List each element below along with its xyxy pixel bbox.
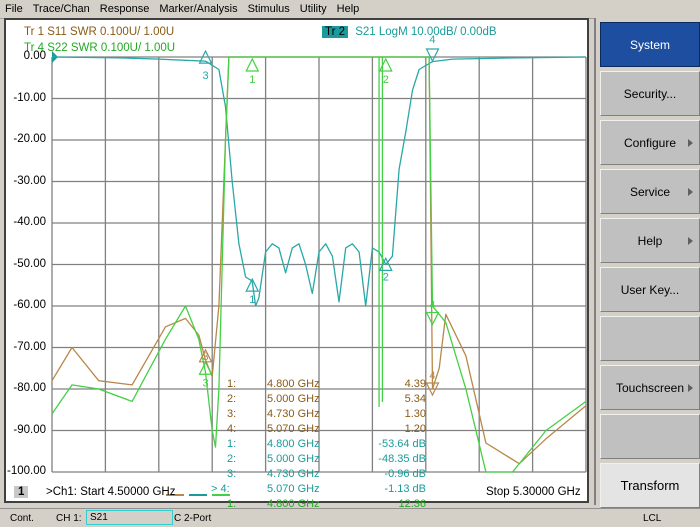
menu-help[interactable]: Help <box>332 3 365 15</box>
marker-label: 1 <box>249 294 255 306</box>
y-tick-label: -90.00 <box>13 423 46 436</box>
marker-s21-value: -0.96 dB <box>384 468 426 480</box>
y-tick-label: -20.00 <box>13 133 46 145</box>
menu-bar: File Trace/Chan Response Marker/Analysis Sti… <box>0 0 700 19</box>
softkey-panel: System Security... Configure Service Help Use… <box>594 18 700 508</box>
trace-legend-swatch <box>212 494 230 496</box>
trace-4-label[interactable]: Tr 4 S22 SWR 0.100U/ 1.00U <box>24 42 175 54</box>
marker-4-icon[interactable] <box>425 48 440 63</box>
marker-s11-number: 1: <box>227 378 237 390</box>
menu-trace-chan[interactable]: Trace/Chan <box>28 3 95 15</box>
y-tick-label: -80.00 <box>13 382 46 394</box>
stop-frequency[interactable]: Stop 5.30000 GHz <box>486 486 581 498</box>
submenu-arrow-icon <box>688 236 693 245</box>
softkey-label: Help <box>637 233 663 248</box>
softkey-label: Configure <box>623 135 677 150</box>
softkey-label: Touchscreen <box>615 380 685 395</box>
y-tick-label: -50.00 <box>13 257 46 270</box>
marker-s11-number: 3: <box>227 408 237 420</box>
softkey-touchscreen[interactable]: Touchscreen <box>600 365 700 410</box>
marker-s21-number: 3: <box>227 468 237 480</box>
softkey-label: Transform <box>620 478 680 493</box>
softkey-label: System <box>629 37 670 52</box>
marker-label: 4 <box>429 370 435 382</box>
softkey-user-key[interactable]: User Key... <box>600 267 700 312</box>
marker-label: 3 <box>202 70 208 82</box>
calibration-status: C 2-Port <box>174 512 212 524</box>
y-tick-label: -10.00 <box>13 91 46 104</box>
y-tick-label: 0.00 <box>23 50 46 62</box>
marker-label: 2 <box>383 271 389 283</box>
marker-s21-value: -48.35 dB <box>378 453 426 465</box>
sweep-mode[interactable]: Cont. <box>10 513 34 524</box>
y-tick-label: -30.00 <box>13 174 46 187</box>
softkey-configure[interactable]: Configure <box>600 120 700 165</box>
marker-s21-frequency: 4.800 GHz <box>267 438 320 450</box>
softkey-help[interactable]: Help <box>600 218 700 263</box>
trace-2-label[interactable]: Tr 2 S21 LogM 10.00dB/ 0.00dB <box>322 26 497 38</box>
y-tick-label: -40.00 <box>13 216 46 228</box>
reference-status: LCL <box>643 512 662 524</box>
marker-2-icon[interactable] <box>378 57 393 72</box>
submenu-arrow-icon <box>688 187 693 196</box>
marker-4-icon[interactable] <box>425 311 440 326</box>
marker-s21-frequency: 5.000 GHz <box>267 453 320 465</box>
channel-indicator: CH 1: <box>56 512 82 524</box>
softkey-label: Security... <box>623 86 677 101</box>
menu-response[interactable]: Response <box>95 3 155 15</box>
softkey-transform[interactable]: Transform <box>600 463 700 508</box>
marker-s21-frequency: 5.070 GHz <box>267 483 320 495</box>
marker-label: 4 <box>429 299 435 311</box>
status-bar: Cont. CH 1: S21 C 2-Port LCL <box>0 508 700 527</box>
plot-window: 3124124334 Tr 1 S11 SWR 0.100U/ 1.00U Tr… <box>4 18 589 510</box>
marker-s11-value: 4.39 <box>404 378 426 390</box>
softkey-security[interactable]: Security... <box>600 71 700 116</box>
menu-stimulus[interactable]: Stimulus <box>243 3 295 15</box>
marker-s11-value: 1.20 <box>404 423 426 435</box>
softkey-label: User Key... <box>620 282 680 297</box>
marker-s21-value: -1.13 dB <box>384 483 426 495</box>
submenu-arrow-icon <box>688 383 693 392</box>
marker-s11-number: 2: <box>227 393 237 405</box>
trace-2-badge: Tr 2 <box>322 26 349 38</box>
softkey-system[interactable]: System <box>600 22 700 67</box>
marker-label: 3 <box>202 377 208 389</box>
softkey-service[interactable]: Service <box>600 169 700 214</box>
y-tick-label: -100.00 <box>6 465 46 477</box>
marker-label: 1 <box>249 74 255 86</box>
softkey-blank-8[interactable] <box>600 414 700 459</box>
marker-s21-number: 1: <box>227 438 237 450</box>
start-frequency[interactable]: >Ch1: Start 4.50000 GHz <box>46 486 175 498</box>
marker-s21-number: 2: <box>227 453 237 465</box>
marker-s21-value: -53.64 dB <box>378 438 426 450</box>
softkey-label: Service <box>629 184 670 199</box>
trace-2-format: S21 LogM 10.00dB/ 0.00dB <box>355 26 497 38</box>
menu-utility[interactable]: Utility <box>295 3 332 15</box>
y-tick-label: -70.00 <box>13 340 46 353</box>
marker-1-icon[interactable] <box>245 57 260 72</box>
menu-marker-analysis[interactable]: Marker/Analysis <box>154 3 242 15</box>
trace-legend-swatch <box>189 494 207 496</box>
marker-s11-frequency: 4.730 GHz <box>267 408 320 420</box>
marker-s11-value: 5.34 <box>404 393 426 405</box>
marker-s21-frequency: 4.730 GHz <box>267 468 320 480</box>
softkey-blank-6[interactable] <box>600 316 700 361</box>
marker-s11-number: 4: <box>227 423 237 435</box>
active-parameter[interactable]: S21 <box>86 510 173 525</box>
marker-s11-frequency: 5.000 GHz <box>267 393 320 405</box>
menu-file[interactable]: File <box>0 3 28 15</box>
channel-number[interactable]: 1 <box>14 486 29 498</box>
trace-1-label[interactable]: Tr 1 S11 SWR 0.100U/ 1.00U <box>24 26 174 38</box>
submenu-arrow-icon <box>688 138 693 147</box>
marker-s11-frequency: 5.070 GHz <box>267 423 320 435</box>
y-tick-label: -60.00 <box>13 299 46 311</box>
marker-s11-value: 1.30 <box>404 408 426 420</box>
marker-label: 2 <box>383 74 389 86</box>
marker-s11-frequency: 4.800 GHz <box>267 378 320 390</box>
